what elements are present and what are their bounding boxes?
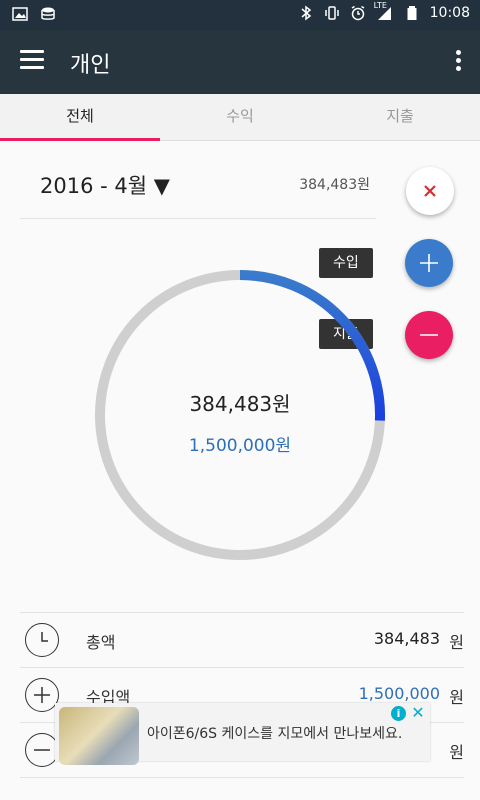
- income-total-unit: 원: [449, 688, 464, 707]
- plus-circle-icon: [25, 678, 59, 712]
- list-item[interactable]: 총액 384,483 원: [20, 613, 464, 668]
- expense-total-unit: 원: [449, 743, 464, 762]
- donut-income: 1,500,000원: [188, 436, 292, 456]
- income-total-value: 1,500,000: [358, 684, 440, 703]
- minus-icon: [420, 334, 438, 336]
- more-options-icon[interactable]: [454, 50, 462, 74]
- app-bar: 개인: [0, 30, 480, 94]
- bluetooth-icon: [301, 5, 311, 21]
- minus-circle-icon: [25, 733, 59, 767]
- period-row: 2016 - 4월 ▼ 384,483원: [20, 162, 376, 219]
- clock-icon: [25, 623, 59, 657]
- ad-image: [59, 707, 139, 765]
- total-value: 384,483: [373, 629, 440, 648]
- database-icon: [41, 7, 55, 20]
- add-income-button[interactable]: [405, 239, 453, 287]
- close-fab-button[interactable]: [406, 167, 454, 215]
- tab-all[interactable]: 전체: [0, 94, 160, 141]
- ad-text: 아이폰6/6S 케이스를 지모에서 만나보세요.: [147, 726, 403, 742]
- ad-info-icon[interactable]: i: [391, 706, 406, 721]
- status-bar: LTE 10:08: [0, 0, 480, 30]
- vibrate-icon: [324, 6, 339, 20]
- donut-amount: 384,483원: [189, 392, 291, 416]
- alarm-icon: [351, 5, 365, 21]
- page-title: 개인: [70, 53, 111, 78]
- period-total: 384,483원: [299, 177, 370, 193]
- tab-bar: 전체 수익 지출: [0, 94, 480, 141]
- month-selector[interactable]: 2016 - 4월 ▼: [40, 170, 170, 200]
- ad-close-icon[interactable]: ✕: [410, 705, 426, 721]
- total-unit: 원: [449, 633, 464, 652]
- plus-icon: [420, 254, 438, 272]
- status-time: 10:08: [429, 5, 470, 21]
- battery-icon: [407, 6, 417, 20]
- menu-icon[interactable]: [20, 50, 44, 70]
- close-icon: [424, 185, 436, 197]
- image-icon: [12, 7, 28, 21]
- tab-income[interactable]: 수익: [160, 94, 320, 140]
- tab-expense[interactable]: 지출: [320, 94, 480, 140]
- ad-banner[interactable]: 아이폰6/6S 케이스를 지모에서 만나보세요. i ✕: [55, 703, 430, 765]
- total-label: 총액: [86, 633, 116, 652]
- add-expense-button[interactable]: [405, 311, 453, 359]
- network-type: LTE: [373, 1, 387, 10]
